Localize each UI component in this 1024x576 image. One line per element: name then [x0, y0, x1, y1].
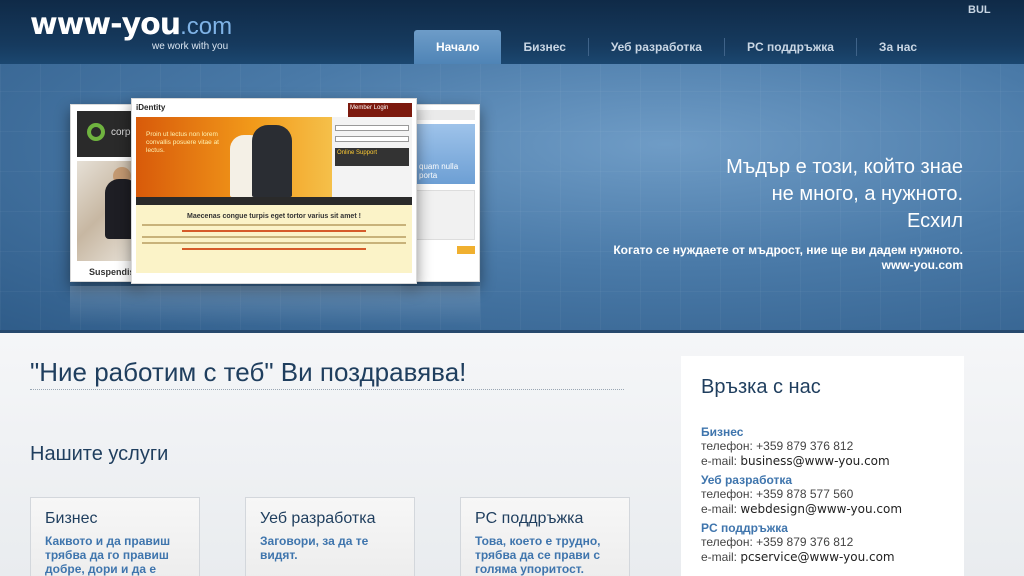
logo-tagline: we work with you	[152, 41, 229, 52]
contact-entry-web-development: Уеб разработка телефон: +359 878 577 560…	[701, 473, 944, 517]
contact-phone: телефон: +359 879 376 812	[701, 535, 854, 549]
contact-phone: телефон: +359 879 376 812	[701, 439, 854, 453]
main-nav: Начало Бизнес Уеб разработка PC поддръжк…	[414, 30, 939, 64]
heading-divider	[30, 389, 624, 390]
contact-email-link[interactable]: webdesign@www-you.com	[740, 502, 902, 516]
quote-author: Есхил	[907, 210, 963, 232]
contact-entry-name: Уеб разработка	[701, 473, 793, 487]
service-card-business[interactable]: Бизнес Каквото и да правиш трябва да го …	[30, 497, 200, 576]
screenshot-reflection	[70, 286, 480, 326]
service-card-pc-support[interactable]: PC поддръжка Това, което е трудно, трябв…	[460, 497, 630, 576]
services-heading: Нашите услуги	[30, 443, 169, 465]
service-card-text: Това, което е трудно, трябва да се прави…	[475, 534, 601, 576]
person-icon	[252, 125, 292, 197]
nav-item-about[interactable]: За нас	[857, 30, 939, 64]
service-card-title: Уеб разработка	[260, 510, 376, 527]
site-header: www-you.com we work with you BUL Начало …	[0, 0, 1024, 64]
logo-tld-text: .com	[180, 13, 233, 40]
portfolio-screenshot-main: iDentity Member Login Proin ut lectus no…	[131, 98, 417, 284]
service-card-title: Бизнес	[45, 510, 98, 527]
contact-entry-business: Бизнес телефон: +359 879 376 812 e-mail:…	[701, 425, 944, 469]
contact-entry-name: Бизнес	[701, 425, 744, 439]
language-switch[interactable]: BUL	[968, 4, 991, 16]
contact-email-link[interactable]: business@www-you.com	[740, 454, 889, 468]
contact-phone: телефон: +359 878 577 560	[701, 487, 854, 501]
contact-entry-name: PC поддръжка	[701, 521, 788, 535]
email-label: e-mail:	[701, 502, 738, 516]
portfolio-screenshot-right: quam nulla porta	[408, 104, 480, 282]
logo-main-text: www-you	[30, 7, 181, 42]
portfolio-screenshot-left: corpor Suspendisse	[70, 104, 145, 282]
banner-quote: Мъдър е този, който знае не много, а нуж…	[726, 154, 963, 235]
hero-banner: corpor Suspendisse quam nulla porta iDen…	[0, 64, 1024, 332]
contact-email-link[interactable]: pcservice@www-you.com	[740, 550, 894, 564]
contact-title: Връзка с нас	[701, 376, 821, 398]
contact-panel: Връзка с нас Бизнес телефон: +359 879 37…	[681, 356, 964, 576]
email-label: e-mail:	[701, 454, 738, 468]
banner-site-name: www-you.com	[881, 258, 963, 272]
contact-entry-pc-support: PC поддръжка телефон: +359 879 376 812 e…	[701, 521, 944, 565]
site-logo[interactable]: www-you.com we work with you	[30, 7, 233, 53]
nav-item-pc-support[interactable]: PC поддръжка	[725, 30, 856, 64]
service-card-text: Заговори, за да те видят.	[260, 534, 369, 562]
nav-item-web-development[interactable]: Уеб разработка	[589, 30, 724, 64]
email-label: e-mail:	[701, 550, 738, 564]
welcome-heading: "Ние работим с теб" Ви поздравява!	[30, 357, 467, 387]
banner-subtitle: Когато се нуждаете от мъдрост, ние ще ви…	[613, 243, 963, 257]
service-card-text: Каквото и да правиш трябва да го правиш …	[45, 534, 171, 576]
nav-item-business[interactable]: Бизнес	[501, 30, 587, 64]
corporate-logo-icon	[87, 123, 105, 141]
nav-item-home[interactable]: Начало	[414, 30, 502, 64]
service-card-title: PC поддръжка	[475, 510, 584, 527]
service-card-web-development[interactable]: Уеб разработка Заговори, за да те видят.	[245, 497, 415, 576]
